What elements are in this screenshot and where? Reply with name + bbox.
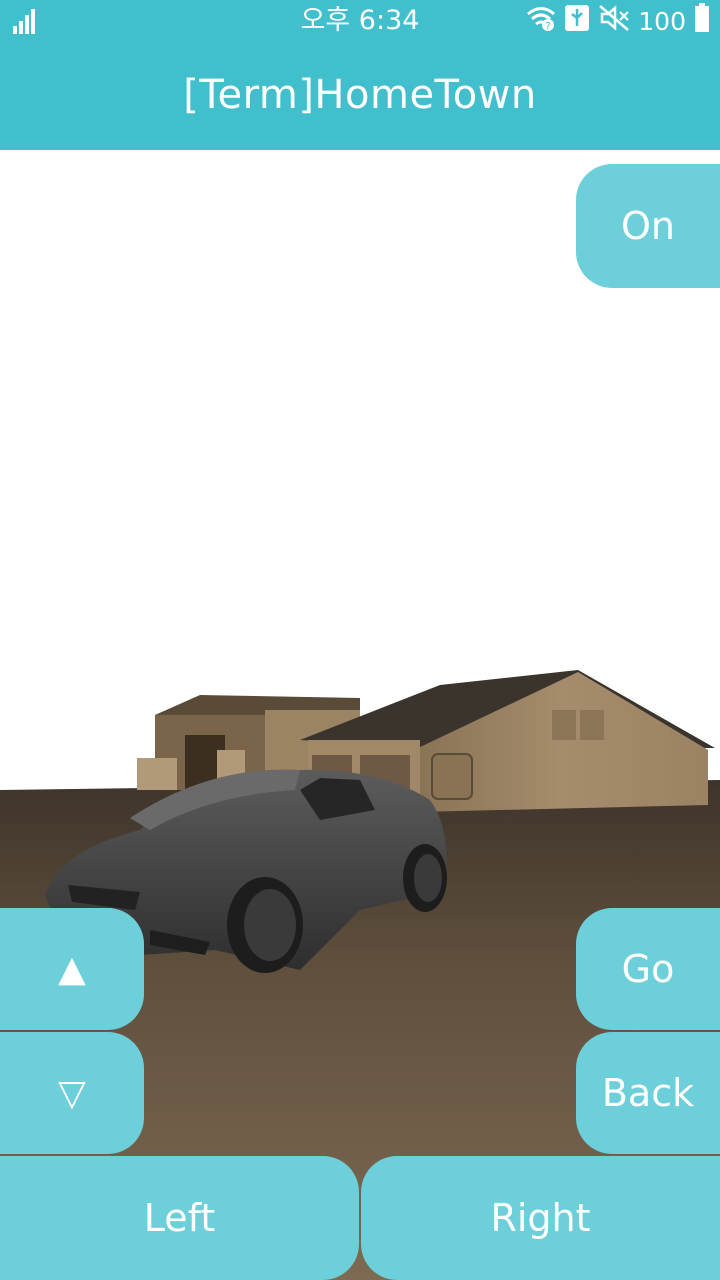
back-button-label: Back [601, 1071, 695, 1115]
wifi-icon: ? [526, 5, 556, 37]
usb-icon [564, 4, 590, 38]
right-button[interactable]: Right [361, 1156, 720, 1280]
app-title: [Term]HomeTown [183, 72, 537, 118]
up-button[interactable]: ▲ [0, 908, 144, 1030]
left-button[interactable]: Left [0, 1156, 359, 1280]
back-button[interactable]: Back [576, 1032, 720, 1154]
status-icons: ? 100 [526, 3, 710, 39]
arrow-up-icon: ▲ [58, 948, 86, 990]
status-bar: 오후 6:34 ? 100 [0, 0, 720, 42]
down-button[interactable]: ▽ [0, 1032, 144, 1154]
arrow-down-icon: ▽ [58, 1072, 86, 1114]
go-button-label: Go [621, 947, 675, 991]
battery-level: 100 [638, 6, 686, 36]
svg-text:?: ? [546, 21, 551, 31]
mute-icon [598, 4, 630, 38]
on-button-label: On [621, 204, 675, 248]
go-button[interactable]: Go [576, 908, 720, 1030]
on-button[interactable]: On [576, 164, 720, 288]
battery-icon [694, 3, 710, 39]
left-button-label: Left [143, 1196, 216, 1240]
app-bar: [Term]HomeTown [0, 42, 720, 150]
right-button-label: Right [490, 1196, 591, 1240]
